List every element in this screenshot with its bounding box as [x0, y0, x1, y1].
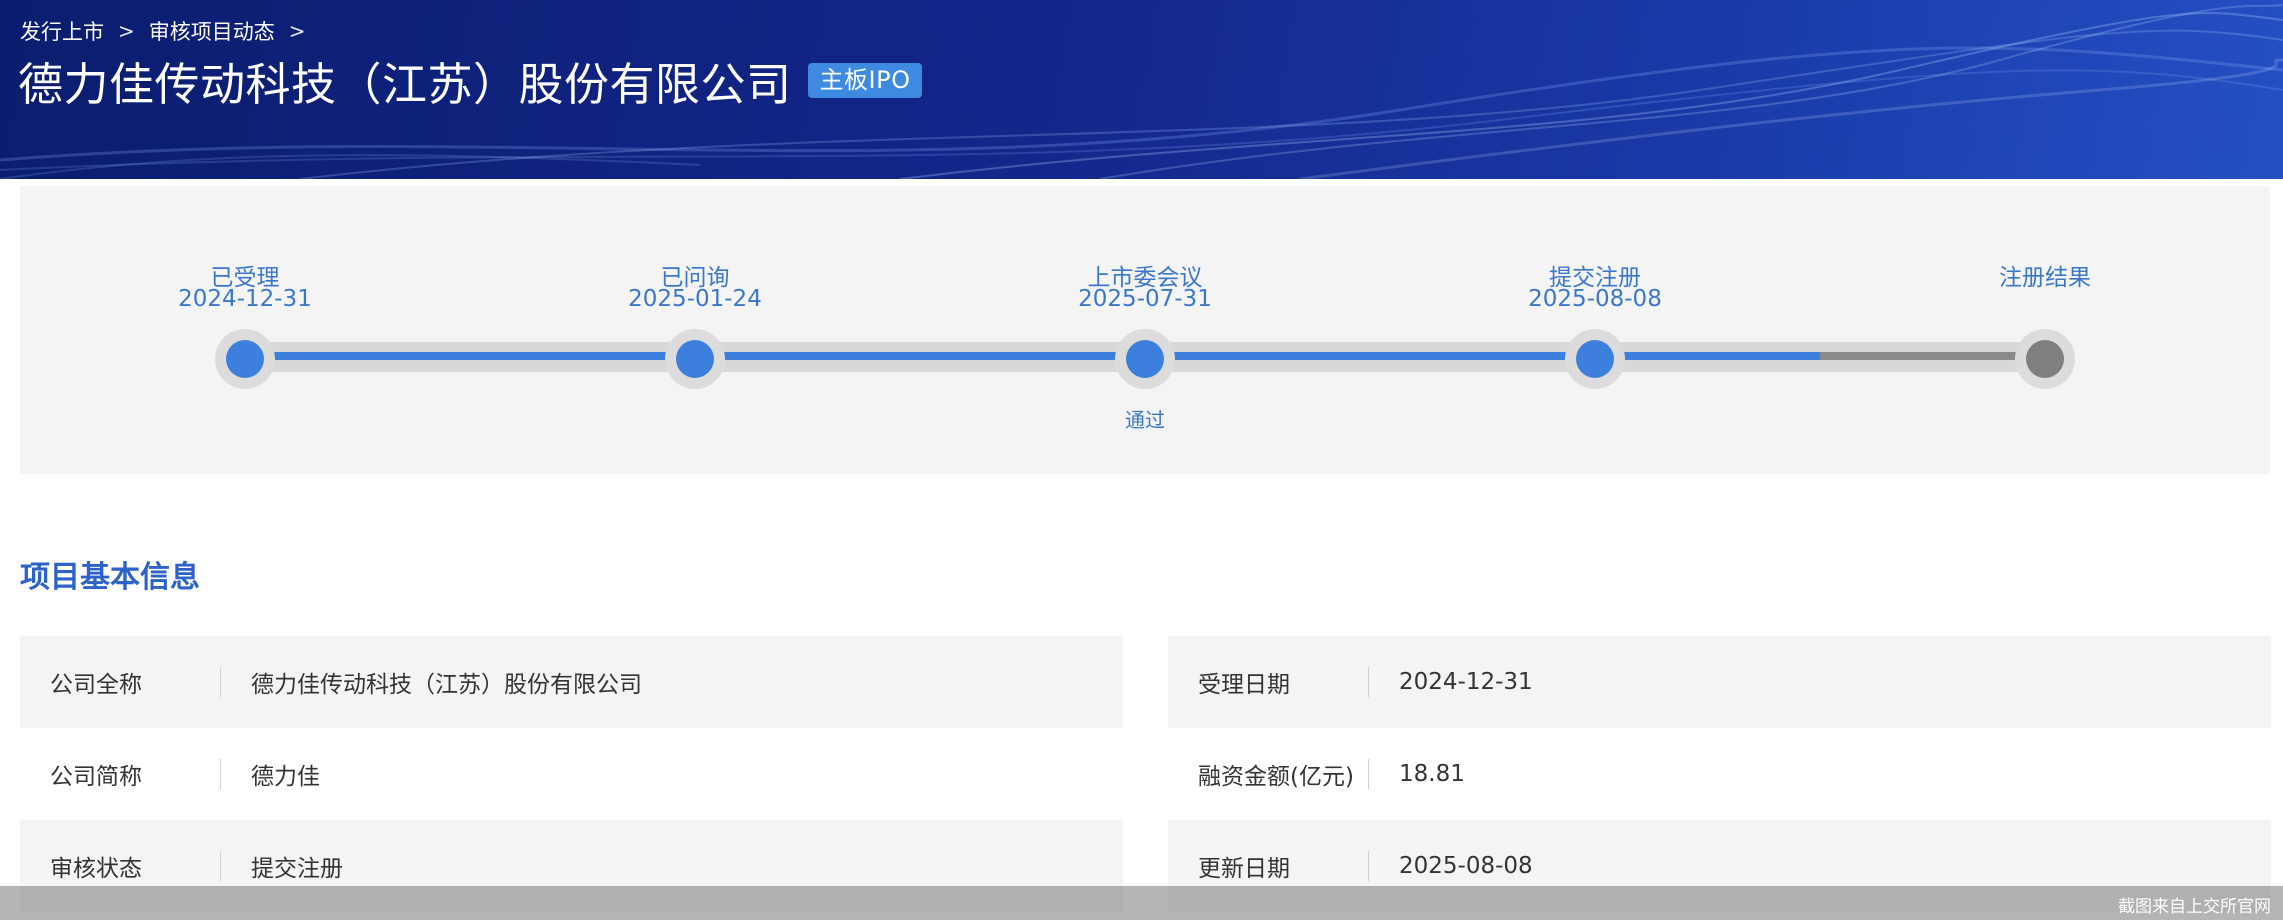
info-key: 融资金额(亿元)	[1198, 764, 1354, 790]
info-key: 更新日期	[1198, 856, 1290, 882]
step-node-done	[665, 329, 725, 389]
step-node-done	[1565, 329, 1625, 389]
step-date: 2024-12-31	[178, 286, 312, 312]
chevron-right-icon: >	[118, 19, 135, 43]
breadcrumb-item-issuance[interactable]: 发行上市	[20, 16, 104, 46]
info-table-right: 受理日期 2024-12-31 融资金额(亿元) 18.81 更新日期 2025…	[1168, 636, 2271, 912]
info-value: 德力佳传动科技（江苏）股份有限公司	[251, 672, 642, 698]
info-table-left: 公司全称 德力佳传动科技（江苏）股份有限公司 公司简称 德力佳 审核状态 提交注…	[20, 636, 1123, 912]
step-date: 2025-07-31	[1078, 286, 1212, 312]
page-title: 德力佳传动科技（江苏）股份有限公司	[18, 58, 792, 111]
info-row-financing-amount: 融资金额(亿元) 18.81	[1168, 728, 2271, 820]
info-row-accept-date: 受理日期 2024-12-31	[1168, 636, 2271, 728]
section-title-basic-info: 项目基本信息	[20, 560, 200, 595]
step-node-done	[215, 329, 275, 389]
step-date: 2025-08-08	[1528, 286, 1662, 312]
step-node-pending	[2015, 329, 2075, 389]
step-note-result: 通过	[1125, 408, 1165, 432]
breadcrumb-item-review-dynamics[interactable]: 审核项目动态	[149, 16, 275, 46]
info-row-short-name: 公司简称 德力佳	[20, 728, 1123, 820]
info-key: 受理日期	[1198, 672, 1290, 698]
header-banner: 发行上市 > 审核项目动态 > 德力佳传动科技（江苏）股份有限公司 主板IPO	[0, 0, 2283, 179]
step-node-done	[1115, 329, 1175, 389]
breadcrumb: 发行上市 > 审核项目动态 >	[20, 16, 306, 46]
info-key: 公司简称	[50, 764, 142, 790]
info-value: 德力佳	[251, 764, 320, 790]
progress-timeline: 已受理 2024-12-31 已问询 2025-01-24 上市委会议 2025…	[20, 186, 2270, 474]
info-key: 审核状态	[50, 856, 142, 882]
step-date: 2025-01-24	[628, 286, 762, 312]
info-key: 公司全称	[50, 672, 142, 698]
timeline-remaining	[1820, 352, 2045, 360]
footer-watermark-strip: 截图来自上交所官网	[0, 886, 2283, 920]
page-title-row: 德力佳传动科技（江苏）股份有限公司 主板IPO	[18, 48, 923, 113]
step-label: 注册结果	[1999, 265, 2091, 291]
info-value: 2024-12-31	[1399, 669, 1533, 695]
watermark-text: 截图来自上交所官网	[2118, 897, 2271, 917]
info-row-full-name: 公司全称 德力佳传动科技（江苏）股份有限公司	[20, 636, 1123, 728]
info-value: 提交注册	[251, 856, 343, 882]
board-badge: 主板IPO	[807, 62, 923, 99]
info-value: 18.81	[1399, 761, 1465, 787]
info-value: 2025-08-08	[1399, 853, 1533, 879]
chevron-right-icon: >	[288, 19, 306, 43]
